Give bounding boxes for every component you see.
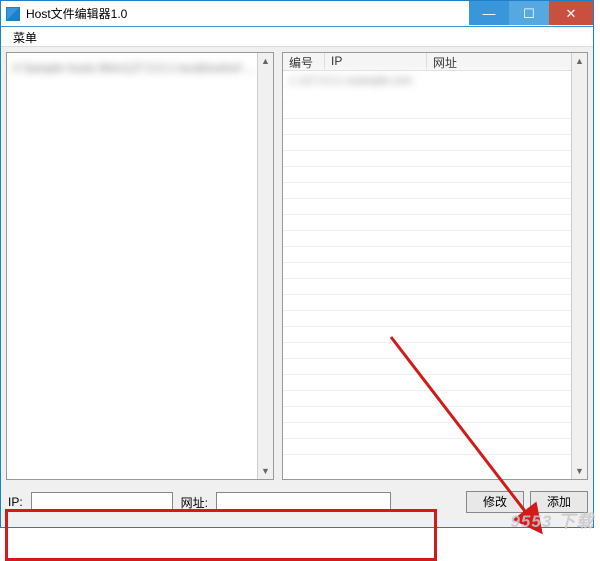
- scroll-up-icon[interactable]: ▲: [258, 53, 273, 69]
- ip-label: IP:: [6, 495, 25, 509]
- table-row[interactable]: [283, 151, 587, 167]
- table-row[interactable]: [283, 119, 587, 135]
- col-number[interactable]: 编号: [283, 53, 325, 70]
- ip-input[interactable]: [31, 492, 173, 512]
- right-scrollbar[interactable]: ▲ ▼: [571, 53, 587, 479]
- close-icon: ✕: [566, 7, 577, 20]
- table-row[interactable]: [283, 295, 587, 311]
- table-row[interactable]: [283, 359, 587, 375]
- table-row[interactable]: [283, 439, 587, 455]
- add-button[interactable]: 添加: [530, 491, 588, 513]
- client-area: # Sample hosts file\n127.0.0.1 localhost…: [1, 47, 593, 527]
- modify-button[interactable]: 修改: [466, 491, 524, 513]
- table-row[interactable]: [283, 407, 587, 423]
- left-text-preview: # Sample hosts file\n127.0.0.1 localhost…: [7, 53, 273, 84]
- table-row[interactable]: [283, 327, 587, 343]
- table-row[interactable]: [283, 391, 587, 407]
- minimize-button[interactable]: —: [469, 1, 509, 25]
- scroll-up-icon[interactable]: ▲: [572, 53, 587, 69]
- table-row[interactable]: [283, 135, 587, 151]
- left-panel: # Sample hosts file\n127.0.0.1 localhost…: [6, 52, 274, 480]
- table-rows: [283, 71, 587, 455]
- form-row: IP: 网址: 修改 添加: [6, 483, 588, 521]
- table-row[interactable]: [283, 375, 587, 391]
- right-text-preview: 1 127.0.0.1 example.com: [283, 71, 571, 111]
- menubar: 菜单: [1, 27, 593, 47]
- scroll-down-icon[interactable]: ▼: [258, 463, 273, 479]
- table-header: 编号 IP 网址: [283, 53, 587, 71]
- table-row[interactable]: [283, 215, 587, 231]
- app-window: Host文件编辑器1.0 — ☐ ✕ 菜单 # Sample hosts fil…: [0, 0, 594, 528]
- table-row[interactable]: [283, 263, 587, 279]
- titlebar: Host文件编辑器1.0 — ☐ ✕: [1, 1, 593, 27]
- maximize-button[interactable]: ☐: [509, 1, 549, 25]
- url-input[interactable]: [216, 492, 391, 512]
- scroll-down-icon[interactable]: ▼: [572, 463, 587, 479]
- table-row[interactable]: [283, 311, 587, 327]
- table-row[interactable]: [283, 247, 587, 263]
- table-row[interactable]: [283, 279, 587, 295]
- right-panel: 编号 IP 网址 1 127.0.0.1 example.com: [282, 52, 588, 480]
- table-row[interactable]: [283, 183, 587, 199]
- col-ip[interactable]: IP: [325, 53, 427, 70]
- table-row[interactable]: [283, 199, 587, 215]
- left-scrollbar[interactable]: ▲ ▼: [257, 53, 273, 479]
- col-url[interactable]: 网址: [427, 53, 587, 70]
- table-row[interactable]: [283, 343, 587, 359]
- table-row[interactable]: [283, 167, 587, 183]
- close-button[interactable]: ✕: [549, 1, 593, 25]
- menu-item-main[interactable]: 菜单: [9, 29, 41, 46]
- minimize-icon: —: [483, 7, 496, 20]
- maximize-icon: ☐: [523, 7, 535, 20]
- table-row[interactable]: [283, 423, 587, 439]
- table-row[interactable]: [283, 231, 587, 247]
- app-icon: [6, 7, 20, 21]
- window-title: Host文件编辑器1.0: [26, 5, 127, 22]
- panels: # Sample hosts file\n127.0.0.1 localhost…: [6, 52, 588, 480]
- window-controls: — ☐ ✕: [469, 1, 593, 25]
- url-label: 网址:: [179, 494, 210, 511]
